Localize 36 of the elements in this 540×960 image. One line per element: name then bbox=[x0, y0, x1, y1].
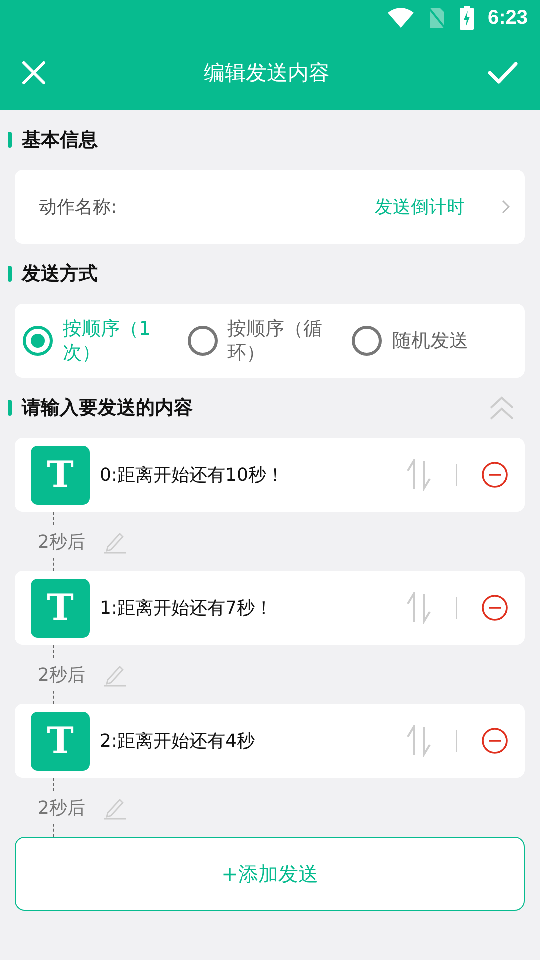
radio-button[interactable] bbox=[188, 326, 218, 356]
collapse-icon bbox=[489, 395, 515, 421]
delay-text: 2秒后 bbox=[38, 658, 86, 690]
heading-marker bbox=[8, 400, 12, 416]
message-text: 0:距离开始还有10秒！ bbox=[100, 464, 286, 487]
radio-label[interactable]: 随机发送 bbox=[392, 329, 492, 353]
message-text: 1:距离开始还有7秒！ bbox=[100, 597, 274, 620]
heading-marker bbox=[8, 132, 12, 148]
heading-marker bbox=[8, 266, 12, 282]
message-text: 2:距离开始还有4秒 bbox=[100, 730, 256, 753]
remove-icon bbox=[481, 461, 509, 489]
battery-icon bbox=[460, 6, 474, 30]
chevron-right-icon bbox=[501, 199, 511, 215]
action-name-row[interactable]: 动作名称: 发送倒计时 bbox=[15, 170, 525, 244]
section-heading: 基本信息 bbox=[22, 128, 99, 153]
reorder-icon bbox=[406, 592, 432, 624]
reorder-icon bbox=[406, 459, 432, 491]
radio-button[interactable] bbox=[352, 326, 382, 356]
remove-icon bbox=[481, 594, 509, 622]
radio-label[interactable]: 按顺序（循环） bbox=[228, 317, 328, 365]
delay-text: 2秒后 bbox=[38, 526, 86, 558]
reorder-icon bbox=[406, 725, 432, 757]
delay-text: 2秒后 bbox=[38, 792, 86, 824]
section-heading: 发送方式 bbox=[22, 262, 99, 287]
text-type-icon: T bbox=[31, 712, 90, 770]
remove-icon bbox=[481, 727, 509, 755]
page-title: 编辑发送内容 bbox=[204, 60, 330, 87]
wifi-icon bbox=[388, 8, 414, 28]
radio-button[interactable] bbox=[23, 326, 53, 356]
field-value: 发送倒计时 bbox=[375, 196, 465, 219]
text-type-icon: T bbox=[31, 578, 90, 638]
section-heading: 请输入要发送的内容 bbox=[22, 396, 194, 421]
field-label: 动作名称: bbox=[39, 196, 118, 219]
no-sim-icon bbox=[428, 7, 446, 29]
status-time: 6:23 bbox=[488, 6, 528, 30]
text-type-icon: T bbox=[31, 446, 90, 504]
